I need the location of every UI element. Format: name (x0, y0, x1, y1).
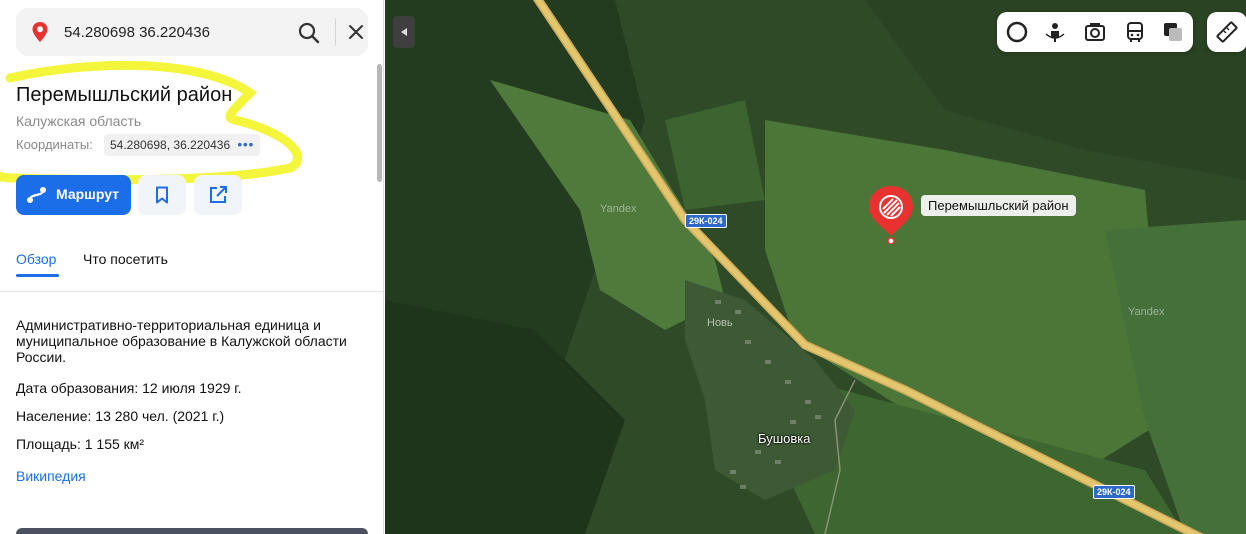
route-icon (27, 187, 46, 203)
photo-gallery[interactable] (16, 528, 368, 534)
close-icon[interactable] (346, 22, 366, 42)
fact-key: Дата образования: (16, 380, 139, 396)
coordinates-label: Координаты: (16, 137, 93, 152)
wikipedia-link[interactable]: Википедия (16, 468, 86, 484)
layers-icon[interactable] (1161, 20, 1185, 44)
map-view[interactable]: Yandex Yandex 29К-024 29К-024 Новь Бушов… (385, 0, 1246, 534)
collapse-panel-button[interactable] (393, 16, 415, 48)
bookmark-icon (156, 186, 168, 204)
satellite-imagery (385, 0, 1246, 534)
coordinates-value: 54.280698, 36.220436 (110, 138, 231, 152)
photo-icon[interactable] (1083, 20, 1107, 44)
page-title: Перемышльский район (16, 84, 233, 106)
fact-value: 1 155 км² (84, 436, 145, 452)
poi-marker-icon[interactable] (867, 184, 915, 244)
panorama-icon[interactable] (1005, 20, 1029, 44)
place-region: Калужская область (16, 113, 142, 129)
fact-area: Площадь: 1 155 км² (16, 436, 144, 452)
sidebar-panel: Перемышльский район Калужская область Ко… (0, 0, 384, 534)
bookmark-button[interactable] (138, 175, 186, 215)
transit-icon[interactable] (1123, 20, 1147, 44)
road-number-label: 29К-024 (685, 214, 727, 228)
more-icon[interactable]: ••• (237, 134, 254, 156)
search-input[interactable] (64, 20, 264, 44)
map-layers-toolbar (997, 12, 1193, 52)
coordinates-chip[interactable]: 54.280698, 36.220436 ••• (104, 134, 261, 156)
search-icon[interactable] (296, 20, 322, 46)
tab-overview[interactable]: Обзор (16, 251, 56, 267)
share-button[interactable] (194, 175, 242, 215)
scrollbar[interactable] (377, 64, 382, 182)
fact-key: Площадь: (16, 436, 81, 452)
street-view-icon[interactable] (1043, 20, 1067, 44)
poi-label[interactable]: Перемышльский район (921, 195, 1076, 216)
ruler-button[interactable] (1207, 12, 1246, 52)
tab-what-to-visit[interactable]: Что посетить (83, 251, 168, 267)
place-description: Административно-территориальная единица … (16, 317, 347, 365)
active-tab-indicator (16, 274, 59, 277)
search-box[interactable] (16, 8, 368, 56)
village-label: Новь (707, 317, 733, 329)
village-label[interactable]: Бушовка (758, 431, 811, 446)
search-separator (335, 18, 336, 46)
location-pin-icon (32, 22, 48, 42)
ruler-icon (1216, 21, 1238, 43)
share-icon (210, 186, 227, 203)
map-watermark: Yandex (600, 203, 637, 215)
route-button[interactable]: Маршрут (16, 175, 131, 215)
fact-key: Население: (16, 408, 92, 424)
fact-value: 13 280 чел. (2021 г.) (95, 408, 225, 424)
fact-population: Население: 13 280 чел. (2021 г.) (16, 408, 224, 424)
route-button-label: Маршрут (56, 186, 120, 202)
fact-value: 12 июля 1929 г. (142, 380, 242, 396)
fact-founded: Дата образования: 12 июля 1929 г. (16, 380, 242, 396)
road-number-label: 29К-024 (1093, 485, 1135, 499)
map-watermark: Yandex (1128, 306, 1165, 318)
divider (0, 291, 383, 292)
